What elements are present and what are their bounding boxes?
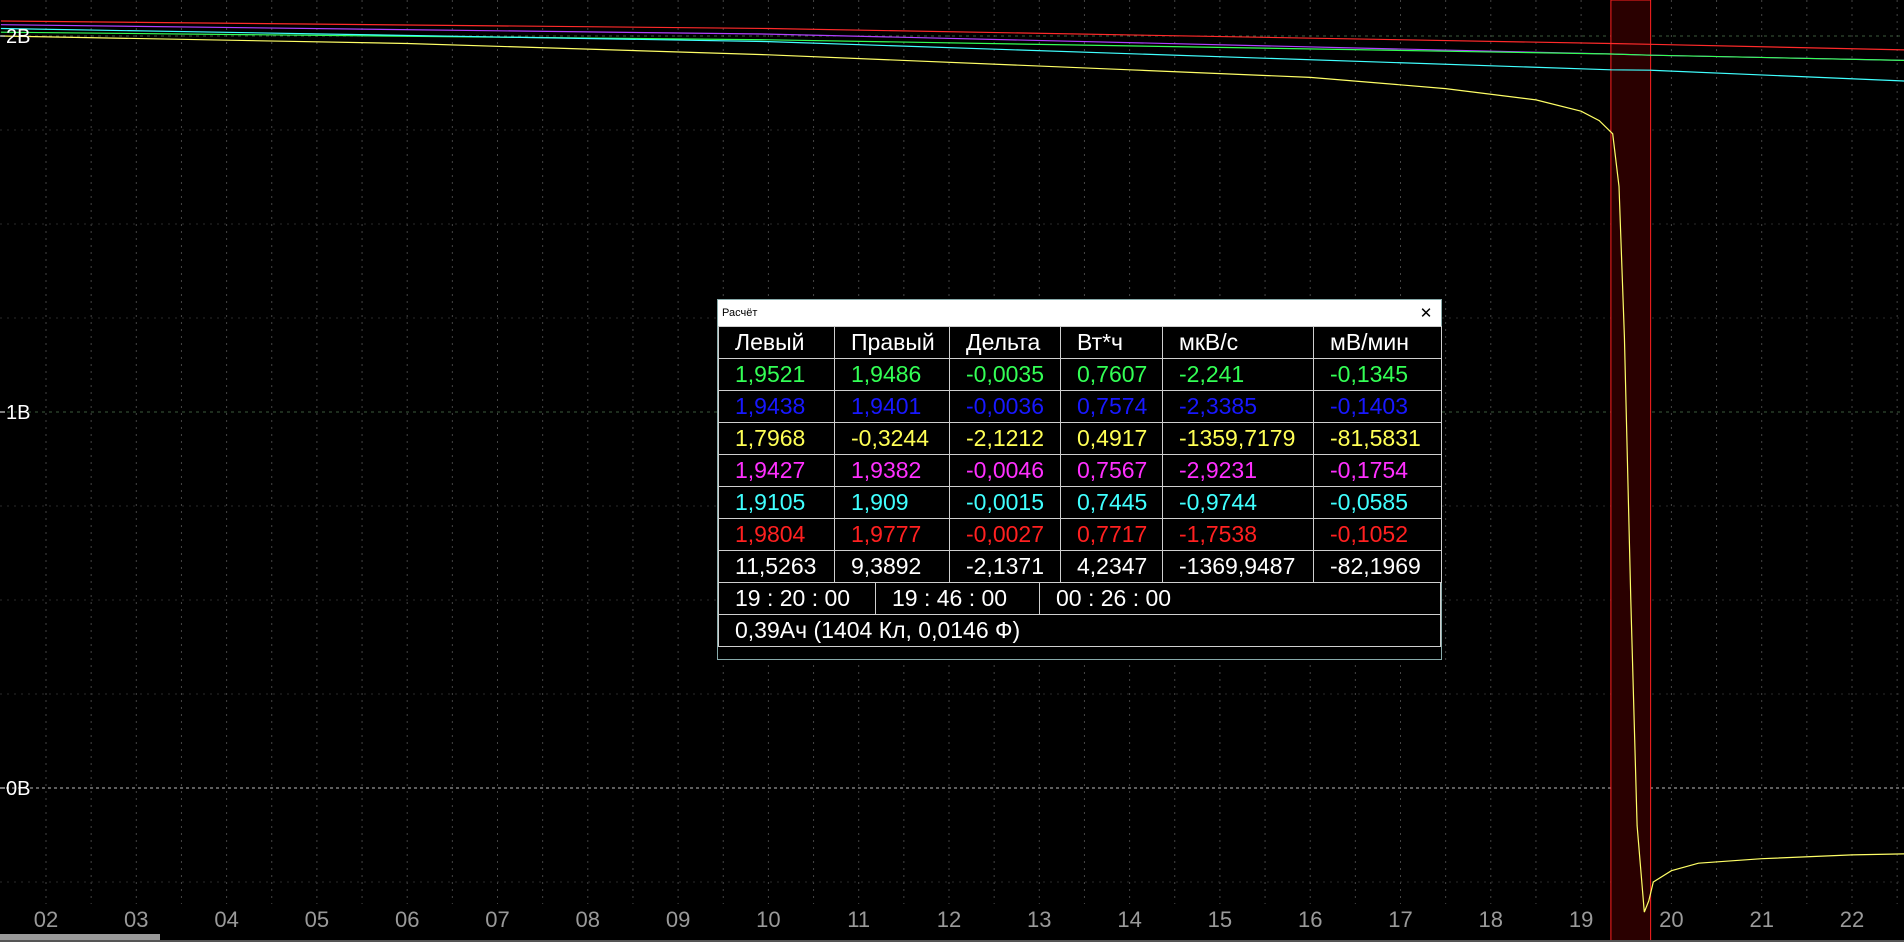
table-cell: 1,9777 bbox=[834, 518, 950, 551]
x-tick-label: 09 bbox=[666, 907, 690, 932]
selection-band bbox=[1610, 0, 1652, 942]
table-cell: 4,2347 bbox=[1060, 550, 1163, 583]
x-tick-label: 12 bbox=[937, 907, 961, 932]
x-tick-label: 15 bbox=[1208, 907, 1232, 932]
table-cell: 1,9401 bbox=[834, 390, 950, 423]
table-cell: 0,7607 bbox=[1060, 358, 1163, 391]
popup-titlebar[interactable]: Расчёт ✕ bbox=[718, 300, 1441, 326]
table-row: 1,9438 1,9401 -0,0036 0,7574 -2,3385 -0,1403 bbox=[718, 390, 1442, 423]
x-tick-label: 14 bbox=[1117, 907, 1141, 932]
times-row: 19 : 20 : 00 19 : 46 : 00 00 : 26 : 00 bbox=[718, 583, 1441, 615]
table-cell: 1,9438 bbox=[718, 390, 835, 423]
x-tick-label: 17 bbox=[1388, 907, 1412, 932]
col-header-wh: Вт*ч bbox=[1060, 326, 1163, 359]
table-cell: -1369,9487 bbox=[1162, 550, 1314, 583]
table-cell: 9,3892 bbox=[834, 550, 950, 583]
y-tick-label: 0В bbox=[6, 778, 30, 800]
close-icon[interactable]: ✕ bbox=[1417, 306, 1435, 321]
table-cell: -2,3385 bbox=[1162, 390, 1314, 423]
table-cell: -82,1969 bbox=[1313, 550, 1442, 583]
table-cell: -2,1371 bbox=[949, 550, 1061, 583]
time-end: 19 : 46 : 00 bbox=[875, 583, 1039, 614]
table-cell: 1,9804 bbox=[718, 518, 835, 551]
table-total-row: 11,5263 9,3892 -2,1371 4,2347 -1369,9487 -82,… bbox=[718, 550, 1442, 583]
col-header-delta: Дельта bbox=[949, 326, 1061, 359]
table-cell: -0,1052 bbox=[1313, 518, 1442, 551]
table-cell: -0,1754 bbox=[1313, 454, 1442, 487]
table-row: 1,9427 1,9382 -0,0046 0,7567 -2,9231 -0,1754 bbox=[718, 454, 1442, 487]
table-cell: -0,0035 bbox=[949, 358, 1061, 391]
x-tick-label: 05 bbox=[305, 907, 329, 932]
x-tick-label: 19 bbox=[1569, 907, 1593, 932]
table-cell: 1,9382 bbox=[834, 454, 950, 487]
x-tick-label: 08 bbox=[576, 907, 600, 932]
x-tick-label: 07 bbox=[485, 907, 509, 932]
x-tick-label: 16 bbox=[1298, 907, 1322, 932]
table-header-row: Левый Правый Дельта Вт*ч мкВ/с мВ/мин bbox=[718, 326, 1442, 359]
table-cell: -2,1212 bbox=[949, 422, 1061, 455]
x-tick-label: 13 bbox=[1027, 907, 1051, 932]
table-cell: -81,5831 bbox=[1313, 422, 1442, 455]
table-cell: -0,9744 bbox=[1162, 486, 1314, 519]
x-tick-label: 18 bbox=[1479, 907, 1503, 932]
table-cell: 0,7717 bbox=[1060, 518, 1163, 551]
time-duration: 00 : 26 : 00 bbox=[1039, 583, 1440, 614]
col-header-mv-per-min: мВ/мин bbox=[1313, 326, 1442, 359]
x-tick-label: 11 bbox=[847, 907, 870, 932]
table-cell: 0,7567 bbox=[1060, 454, 1163, 487]
x-tick-label: 02 bbox=[34, 907, 58, 932]
col-header-right: Правый bbox=[834, 326, 950, 359]
table-cell: -2,241 bbox=[1162, 358, 1314, 391]
table-cell: 1,9486 bbox=[834, 358, 950, 391]
x-tick-label: 22 bbox=[1840, 907, 1864, 932]
table-cell: -0,0585 bbox=[1313, 486, 1442, 519]
calc-popup[interactable]: Расчёт ✕ Левый Правый Дельта Вт*ч мкВ/с … bbox=[717, 299, 1442, 660]
x-tick-label: 04 bbox=[214, 907, 238, 932]
x-tick-label: 10 bbox=[756, 907, 780, 932]
table-row: 1,9105 1,909 -0,0015 0,7445 -0,9744 -0,0585 bbox=[718, 486, 1442, 519]
table-cell: 1,909 bbox=[834, 486, 950, 519]
x-tick-label: 20 bbox=[1659, 907, 1683, 932]
table-row: 1,7968 -0,3244 -2,1212 0,4917 -1359,7179 -81,… bbox=[718, 422, 1442, 455]
x-tick-label: 06 bbox=[395, 907, 419, 932]
table-cell: 1,9521 bbox=[718, 358, 835, 391]
table-cell: -0,0036 bbox=[949, 390, 1061, 423]
charge-row: 0,39Ач (1404 Кл, 0,0146 Ф) bbox=[718, 615, 1441, 647]
table-cell: 0,7574 bbox=[1060, 390, 1163, 423]
table-cell: -0,3244 bbox=[834, 422, 950, 455]
table-cell: -0,0046 bbox=[949, 454, 1061, 487]
table-cell: 0,7445 bbox=[1060, 486, 1163, 519]
table-cell: -0,0027 bbox=[949, 518, 1061, 551]
x-tick-label: 03 bbox=[124, 907, 148, 932]
table-cell: -0,0015 bbox=[949, 486, 1061, 519]
table-cell: 1,7968 bbox=[718, 422, 835, 455]
table-cell: 11,5263 bbox=[718, 550, 835, 583]
y-tick-label: 2В bbox=[6, 26, 30, 48]
table-cell: -0,1345 bbox=[1313, 358, 1442, 391]
table-cell: 1,9427 bbox=[718, 454, 835, 487]
col-header-uv-per-s: мкВ/с bbox=[1162, 326, 1314, 359]
table-cell: -1,7538 bbox=[1162, 518, 1314, 551]
calc-table: Левый Правый Дельта Вт*ч мкВ/с мВ/мин 1,… bbox=[718, 326, 1442, 583]
table-cell: -2,9231 bbox=[1162, 454, 1314, 487]
table-row: 1,9804 1,9777 -0,0027 0,7717 -1,7538 -0,1052 bbox=[718, 518, 1442, 551]
table-row: 1,9521 1,9486 -0,0035 0,7607 -2,241 -0,1345 bbox=[718, 358, 1442, 391]
charge-summary: 0,39Ач (1404 Кл, 0,0146 Ф) bbox=[735, 617, 1021, 643]
table-cell: 1,9105 bbox=[718, 486, 835, 519]
table-cell: -1359,7179 bbox=[1162, 422, 1314, 455]
popup-title: Расчёт bbox=[722, 307, 758, 319]
col-header-left: Левый bbox=[718, 326, 835, 359]
y-tick-label: 1В bbox=[6, 402, 30, 424]
time-start: 19 : 20 : 00 bbox=[735, 585, 851, 611]
table-cell: -0,1403 bbox=[1313, 390, 1442, 423]
table-cell: 0,4917 bbox=[1060, 422, 1163, 455]
x-tick-label: 21 bbox=[1749, 907, 1773, 932]
